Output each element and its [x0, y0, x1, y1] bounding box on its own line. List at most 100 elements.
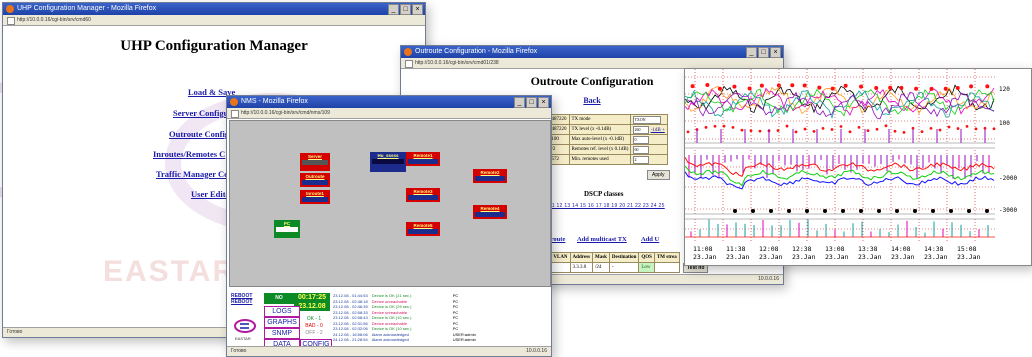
- node-label: PC: [283, 221, 291, 226]
- window-title: NMS - Mozilla Firefox: [241, 98, 308, 105]
- link-inroutes-remotes-config[interactable]: Inroutes/Remotes C: [153, 149, 225, 159]
- node-inroute1[interactable]: Inroute1: [300, 190, 330, 204]
- log-time: 23.12.08 - 01:44:53: [333, 293, 368, 298]
- minimize-button[interactable]: _: [388, 4, 399, 15]
- min-remotes-input[interactable]: 2: [633, 155, 650, 164]
- trace-marker: [947, 125, 951, 129]
- node-remote3[interactable]: Remote3: [406, 188, 440, 202]
- trace-marker: [992, 127, 996, 131]
- settings-row: 2572 Min. remotes used 2: [546, 154, 668, 165]
- node-server[interactable]: Server: [300, 153, 330, 171]
- panel-separator: [685, 143, 1031, 148]
- window-titlebar[interactable]: UHP Configuration Manager - Mozilla Fire…: [3, 3, 425, 15]
- table-row[interactable]: 3.3.3.0 /24 - Low: [547, 262, 680, 273]
- address-bar[interactable]: http://10.0.0.16/cgi-bin/srv/cmd/nms/109: [227, 108, 551, 119]
- snmp-button[interactable]: SNMP: [264, 328, 300, 339]
- table-cell: 3.3.3.0: [569, 262, 593, 273]
- trace-marker: [859, 209, 863, 213]
- graphs-button[interactable]: GRAPHS: [264, 317, 300, 328]
- max-auto-level-input[interactable]: 0: [633, 135, 650, 144]
- remotes-ref-level-input[interactable]: 60: [633, 145, 650, 154]
- node-remote4[interactable]: Remote4: [473, 205, 507, 219]
- node-remote1[interactable]: Remote1: [406, 152, 440, 166]
- node-remote2[interactable]: Remote2: [473, 169, 507, 183]
- log-status: Device is OK (10 sec.): [371, 315, 412, 320]
- window-controls: _ □ ×: [746, 47, 781, 58]
- node-hub[interactable]: Hu_sssss: [370, 152, 406, 172]
- node-label: Outroute: [305, 174, 325, 179]
- log-time: 23.12.08 - 02:32:06: [333, 326, 368, 331]
- x-axis-tick-time: 12:08: [759, 245, 779, 253]
- log-time: 23.12.08 - 02:48:18: [333, 298, 368, 304]
- tx-level-input[interactable]: 260: [633, 125, 650, 134]
- node-label: Remote5: [413, 223, 433, 228]
- trace-marker: [884, 124, 888, 128]
- x-axis-tick-time: 11:08: [693, 245, 713, 253]
- trace-marker: [821, 126, 825, 130]
- minimize-button[interactable]: _: [746, 47, 757, 58]
- x-axis-tick-date: 23.Jan: [726, 253, 750, 261]
- settings-row: 1487220 TX level (x -0.1dB) 260 -1dB +: [546, 124, 668, 135]
- link-server-config[interactable]: Server Configu: [173, 108, 228, 118]
- trace-marker: [920, 130, 924, 133]
- close-button[interactable]: ×: [538, 97, 549, 108]
- link-traffic-manager-config[interactable]: Traffic Manager Co: [156, 169, 228, 179]
- log-entry: 23.12.08 - 01:44:53 Device is OK (21 sec.…: [333, 293, 458, 298]
- window-nms: NMS - Mozilla Firefox _ □ × http://10.0.…: [226, 95, 552, 357]
- trace-marker: [690, 84, 695, 89]
- minimize-button[interactable]: _: [514, 97, 525, 108]
- column-header: Destination: [608, 252, 640, 263]
- log-entry: 23.12.08 - 02:46:39 Device is OK (29 sec.…: [333, 304, 458, 309]
- column-header: Mask: [591, 252, 610, 263]
- link-add-multicast-tx[interactable]: Add multicast TX: [577, 236, 627, 243]
- dscp-class-links[interactable]: 11 12 13 14 15 16 17 18 19 20 21 22 23 2…: [549, 203, 665, 209]
- node-pc[interactable]: PC: [274, 220, 300, 238]
- node-status-bar: [302, 197, 328, 202]
- log-status: Device is OK (21 sec.): [371, 293, 412, 298]
- close-button[interactable]: ×: [770, 47, 781, 58]
- log-device: PC: [452, 304, 459, 309]
- maximize-button[interactable]: □: [758, 47, 769, 58]
- x-axis-tick-date: 23.Jan: [825, 253, 849, 261]
- trace-marker: [769, 209, 773, 213]
- y-axis-label: -2000: [999, 175, 1017, 182]
- node-status-bar: [408, 229, 438, 234]
- link-user-editor[interactable]: User Edito: [191, 189, 230, 199]
- settings-label: TX level (x -0.1dB): [568, 124, 632, 135]
- node-outroute[interactable]: Outroute: [300, 173, 330, 187]
- node-status-bar: [408, 195, 438, 200]
- status-bar: Готово 10.0.0.16: [227, 346, 551, 356]
- window-titlebar[interactable]: NMS - Mozilla Firefox _ □ ×: [227, 96, 551, 108]
- trace-marker: [967, 209, 971, 213]
- graph-canvas: 120100-2000-300011:0823.Jan11:3823.Jan12…: [684, 69, 1031, 265]
- status-ip: 10.0.0.16: [758, 276, 779, 282]
- settings-value-cell: 2: [630, 154, 668, 165]
- tx-level-adjust-link[interactable]: -1dB +: [651, 128, 665, 133]
- node-status-bar: [475, 212, 505, 217]
- trace-marker: [875, 127, 879, 131]
- trace-marker: [705, 83, 710, 88]
- log-status: Device unreachable: [371, 320, 408, 326]
- network-map: Server Outroute Inroute1 Hu_sssss Remote…: [229, 120, 551, 287]
- link-outroute-config[interactable]: Outroute Config: [169, 129, 229, 139]
- node-remote5[interactable]: Remote5: [406, 222, 440, 236]
- y-axis-label: 100: [999, 120, 1010, 127]
- tx-mode-select[interactable]: TXON: [633, 115, 662, 124]
- apply-button[interactable]: Apply: [647, 170, 670, 180]
- outroute-settings-table: 1487220 TX mode TXON 1487220 TX level (x…: [546, 114, 668, 165]
- address-bar[interactable]: http://10.0.0.16/cgi-bin/srv/cmd60: [3, 15, 425, 26]
- trace-marker: [758, 129, 762, 133]
- node-status-bar: [276, 227, 298, 232]
- close-button[interactable]: ×: [412, 4, 423, 15]
- trace-marker: [914, 86, 919, 91]
- log-status: Device is OK (10 sec.): [371, 326, 412, 331]
- node-label: Server: [307, 154, 322, 159]
- maximize-button[interactable]: □: [400, 4, 411, 15]
- window-titlebar[interactable]: Outroute Configuration - Mozilla Firefox…: [401, 46, 783, 58]
- link-add-u[interactable]: Add U: [641, 236, 659, 243]
- reboot-link[interactable]: REBOOT: [231, 299, 252, 305]
- settings-label: TX mode: [568, 114, 632, 125]
- maximize-button[interactable]: □: [526, 97, 537, 108]
- logs-button[interactable]: LOGS: [264, 306, 300, 317]
- settings-value-cell: 260 -1dB +: [630, 124, 668, 135]
